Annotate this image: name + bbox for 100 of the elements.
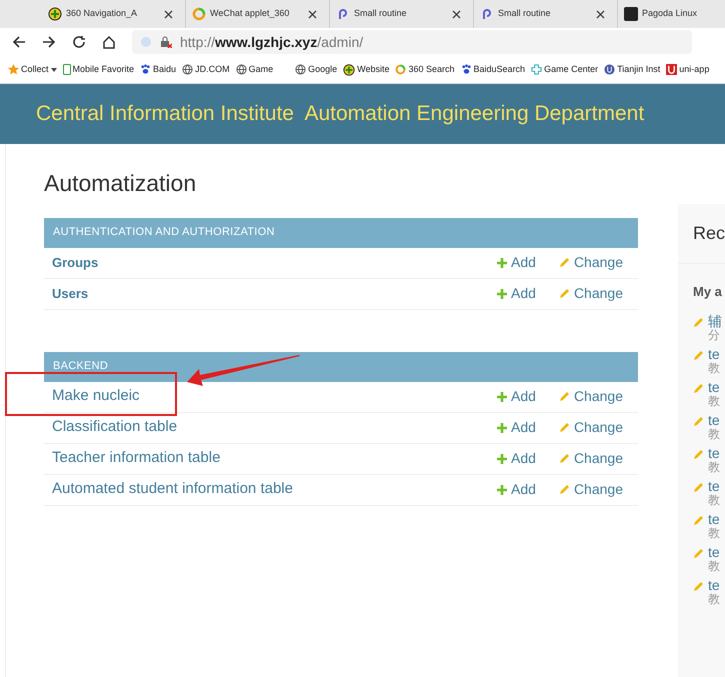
action-detail: 教 [708,426,720,440]
action-detail: 教 [708,592,720,606]
change-link[interactable]: Change [558,448,623,469]
model-link[interactable]: Make nucleic [52,385,140,408]
url-text: http://www.lgzhjc.xyz/admin/ [180,32,364,52]
module-caption: AUTHENTICATION AND AUTHORIZATION [44,218,638,248]
module-caption: BACKEND [44,352,638,382]
action-detail: 教 [708,460,720,474]
pencil-icon [692,416,704,426]
add-link[interactable]: Add [497,448,536,469]
close-icon[interactable] [596,10,605,18]
pencil-icon [692,350,704,360]
change-link[interactable]: Change [558,283,623,304]
ring-icon [395,64,406,75]
pencil-icon [558,288,570,299]
add-link[interactable]: Add [497,283,536,304]
pencil-icon [692,382,704,394]
cross-icon [531,64,542,75]
pencil-icon [692,448,704,460]
panel-title: Rec [692,222,725,245]
model-link[interactable]: Teacher information table [52,447,220,470]
pencil-icon [692,316,704,328]
bookmark-link[interactable]: Mobile Favorite [62,62,134,76]
add-link[interactable]: Add [497,417,536,438]
add-link[interactable]: Add [497,252,536,273]
address-field[interactable]: http://www.lgzhjc.xyz/admin/ [132,30,692,54]
action-detail: 教 [708,492,720,506]
plus-icon [497,454,508,464]
bookmark-link[interactable]: Website [343,62,390,76]
bookmark-link[interactable]: BaiduSearch [460,62,526,76]
action-link[interactable]: te [708,346,720,360]
site-title: Central Information Institute Automation Engineering Department [36,101,644,128]
pencil-icon [692,548,704,558]
paw-icon [140,64,152,75]
pencil-icon [558,391,570,402]
plus-icon [497,422,508,432]
bookmark-link[interactable]: Tianjin Inst [604,62,660,76]
panel-subtitle: My a [692,283,723,301]
caret-icon [50,68,57,72]
home-icon[interactable] [102,35,116,49]
action-link[interactable]: te [708,512,720,526]
action-detail: 教 [708,394,720,408]
change-link[interactable]: Change [558,417,623,438]
bookmark-link[interactable]: Collect [8,62,57,76]
reload-icon[interactable] [72,35,86,49]
ring-icon [192,7,206,21]
shield-icon [604,64,616,75]
change-link[interactable]: Change [558,252,623,273]
close-icon[interactable] [164,10,173,18]
action-link[interactable]: te [708,446,720,460]
bookmark-link[interactable]: uni-app [666,62,710,76]
paw-icon [460,64,472,75]
bookmark-link[interactable]: Game Center [531,62,598,76]
action-detail: 教 [708,360,720,374]
close-icon[interactable] [308,10,317,18]
action-link[interactable]: te [708,380,720,394]
forward-icon[interactable] [42,35,56,49]
link-icon [480,7,494,21]
action-link[interactable]: te [708,478,720,492]
bookmark-link[interactable]: JD.COM [182,62,230,76]
pencil-icon [692,580,704,592]
plus-circle-icon [343,64,356,76]
action-detail: 教 [708,558,720,572]
close-icon[interactable] [452,10,461,18]
model-link[interactable]: Groups [52,252,98,272]
model-link[interactable]: Automated student information table [52,478,293,501]
bookmark-link[interactable]: Game [236,62,274,76]
plus-icon [497,392,508,402]
bookmark-link[interactable]: Google [295,62,338,76]
back-icon[interactable] [12,35,26,49]
action-detail: 分 [708,328,720,342]
add-link[interactable]: Add [497,479,536,500]
u-logo-icon [666,64,678,75]
model-link[interactable]: Classification table [52,416,178,439]
plus-icon [497,258,508,268]
action-link[interactable]: te [708,412,720,426]
pencil-icon [692,482,704,492]
insecure-lock-icon[interactable] [160,36,172,48]
action-link[interactable]: te [708,544,720,558]
add-link[interactable]: Add [497,386,536,407]
square-logo-icon [624,7,638,21]
plus-icon [497,288,508,298]
pencil-icon [558,257,570,268]
action-link[interactable]: 辅 [708,314,722,328]
pencil-icon [558,453,570,464]
action-detail: 教 [708,526,720,540]
star-icon [8,64,19,75]
model-link[interactable]: Users [52,284,88,304]
phone-icon [62,64,71,75]
change-link[interactable]: Change [558,479,623,500]
link-icon [336,7,350,21]
plus-icon [497,484,508,494]
change-link[interactable]: Change [558,386,623,407]
bookmark-link[interactable]: Baidu [140,62,176,76]
pencil-icon [692,514,704,526]
action-link[interactable]: te [708,578,720,592]
bookmark-link[interactable]: 360 Search [395,62,455,76]
pencil-icon [558,422,570,433]
pencil-icon [558,484,570,495]
plus-circle-icon [48,7,62,21]
